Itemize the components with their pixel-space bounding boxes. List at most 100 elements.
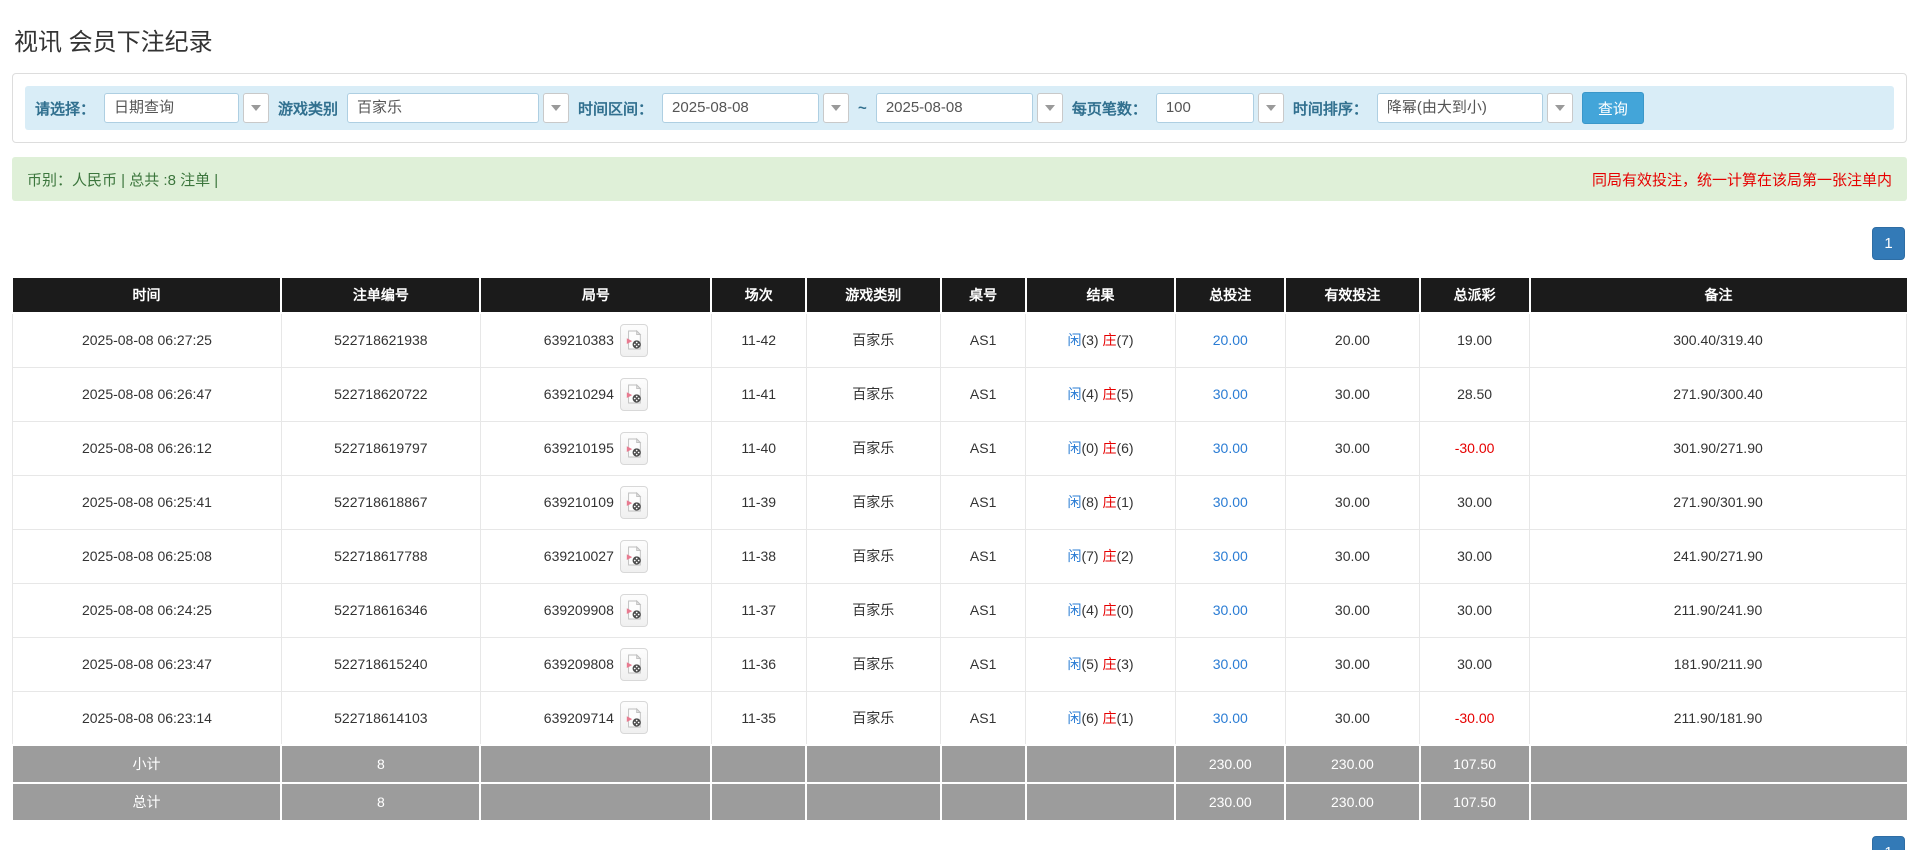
video-record-icon[interactable] — [619, 647, 648, 681]
game-type-cell: 百家乐 — [805, 690, 942, 746]
sort-order-value[interactable]: 降幂(由大到小) — [1376, 93, 1543, 123]
game-type-cell: 百家乐 — [805, 582, 942, 638]
total-bet-link[interactable]: 30.00 — [1174, 528, 1286, 584]
video-record-icon[interactable] — [619, 323, 648, 357]
search-button[interactable]: 查询 — [1581, 92, 1644, 124]
table-no-cell: AS1 — [940, 582, 1027, 638]
video-record-icon[interactable] — [619, 485, 648, 519]
round-id-cell: 639209714 — [479, 690, 712, 746]
filter-bar: 请选择： 日期查询 游戏类别 百家乐 时间区间： 2025-08-08 ~ 20… — [25, 86, 1894, 130]
result-cell: 闲(4) 庄(0) — [1025, 582, 1176, 638]
player-score: (4) — [1081, 602, 1099, 618]
session-cell: 11-36 — [710, 636, 807, 692]
sort-order-select[interactable]: 降幂(由大到小) — [1376, 93, 1573, 123]
chevron-down-icon[interactable] — [1036, 93, 1063, 123]
bet-id-cell: 522718619797 — [280, 420, 481, 476]
note-cell: 271.90/300.40 — [1529, 366, 1907, 422]
col-time: 时间 — [12, 278, 283, 314]
player-label: 闲 — [1067, 332, 1082, 349]
video-record-icon[interactable] — [619, 539, 648, 573]
game-type-label: 游戏类别 — [278, 100, 339, 118]
banker-label: 庄 — [1102, 602, 1117, 618]
bet-id-cell: 522718614103 — [280, 690, 481, 746]
video-record-icon[interactable] — [619, 701, 648, 735]
payout-cell: 28.50 — [1419, 366, 1531, 422]
total-bet-link[interactable]: 30.00 — [1174, 636, 1286, 692]
page-1-button[interactable]: 1 — [1872, 227, 1905, 260]
table-row: 2025-08-08 06:23:14 522718614103 6392097… — [12, 690, 1907, 746]
player-score: (5) — [1081, 656, 1099, 672]
chevron-down-icon[interactable] — [1546, 93, 1573, 123]
banker-score: (2) — [1116, 548, 1134, 564]
banker-score: (5) — [1116, 386, 1134, 402]
round-id: 639210195 — [543, 440, 614, 456]
valid-bet-cell: 30.00 — [1284, 582, 1421, 638]
total-bet-link[interactable]: 30.00 — [1174, 420, 1286, 476]
table-header: 时间 注单编号 局号 场次 游戏类别 桌号 结果 总投注 有效投注 总派彩 备注 — [12, 278, 1907, 314]
result-cell: 闲(3) 庄(7) — [1025, 312, 1176, 368]
player-label: 闲 — [1067, 440, 1082, 456]
valid-bet-cell: 30.00 — [1284, 690, 1421, 746]
note-cell: 301.90/271.90 — [1529, 420, 1907, 476]
round-id: 639210383 — [543, 332, 614, 349]
total-bet-link[interactable]: 30.00 — [1174, 582, 1286, 638]
table-no-cell: AS1 — [940, 528, 1027, 584]
table-row: 2025-08-08 06:26:47 522718620722 6392102… — [12, 366, 1907, 422]
table-no-cell: AS1 — [940, 690, 1027, 746]
chevron-down-icon[interactable] — [543, 93, 570, 123]
subtotal-total-bet: 230.00 — [1174, 744, 1287, 784]
total-label: 总计 — [12, 782, 283, 822]
time-cell: 2025-08-08 06:26:12 — [12, 420, 282, 476]
time-cell: 2025-08-08 06:25:41 — [12, 474, 282, 530]
total-bet-link[interactable]: 20.00 — [1174, 312, 1286, 368]
result-cell: 闲(4) 庄(5) — [1025, 366, 1176, 422]
note-cell: 241.90/271.90 — [1529, 528, 1907, 584]
video-record-icon[interactable] — [619, 593, 648, 627]
time-cell: 2025-08-08 06:27:25 — [12, 312, 282, 368]
table-no-cell: AS1 — [940, 420, 1027, 476]
chevron-down-icon[interactable] — [243, 93, 270, 123]
date-from-value[interactable]: 2025-08-08 — [662, 93, 820, 123]
page-1-button[interactable]: 1 — [1872, 836, 1905, 850]
chevron-down-icon[interactable] — [823, 93, 850, 123]
video-record-icon[interactable] — [619, 377, 648, 411]
date-to-value[interactable]: 2025-08-08 — [875, 93, 1033, 123]
bet-id-cell: 522718621938 — [280, 312, 481, 368]
total-bet-link[interactable]: 30.00 — [1174, 474, 1286, 530]
game-type-select[interactable]: 百家乐 — [347, 93, 570, 123]
date-to-select[interactable]: 2025-08-08 — [875, 93, 1063, 123]
player-score: (6) — [1081, 709, 1099, 726]
date-from-select[interactable]: 2025-08-08 — [662, 93, 850, 123]
round-id-cell: 639210195 — [479, 420, 712, 476]
game-type-cell: 百家乐 — [805, 636, 942, 692]
banker-label: 庄 — [1102, 548, 1117, 564]
page-size-select[interactable]: 100 — [1155, 93, 1284, 123]
chevron-down-icon[interactable] — [1257, 93, 1284, 123]
player-score: (0) — [1081, 440, 1099, 456]
col-bet-id: 注单编号 — [280, 278, 482, 314]
round-id-cell: 639210109 — [479, 474, 712, 530]
query-type-value[interactable]: 日期查询 — [104, 93, 240, 123]
result-cell: 闲(5) 庄(3) — [1025, 636, 1176, 692]
bet-id-cell: 522718618867 — [280, 474, 481, 530]
page-size-value[interactable]: 100 — [1155, 93, 1254, 123]
date-range-tilde: ~ — [858, 99, 867, 117]
round-id: 639209808 — [543, 656, 614, 672]
table-no-cell: AS1 — [940, 636, 1027, 692]
round-id-cell: 639209908 — [479, 582, 712, 638]
bet-id-cell: 522718615240 — [280, 636, 481, 692]
table-row: 2025-08-08 06:25:08 522718617788 6392100… — [12, 528, 1907, 584]
video-record-icon[interactable] — [619, 431, 648, 465]
total-row: 总计 8 230.00 230.00 107.50 — [12, 782, 1907, 822]
round-id: 639209908 — [543, 602, 614, 618]
game-type-cell: 百家乐 — [805, 312, 942, 368]
banker-label: 庄 — [1102, 440, 1117, 456]
query-type-select[interactable]: 日期查询 — [104, 93, 270, 123]
col-total-bet: 总投注 — [1174, 278, 1287, 314]
total-bet-link[interactable]: 30.00 — [1174, 690, 1286, 746]
total-valid-bet: 230.00 — [1284, 782, 1421, 822]
total-bet-link[interactable]: 30.00 — [1174, 366, 1286, 422]
round-id-cell: 639210027 — [479, 528, 712, 584]
game-type-cell: 百家乐 — [805, 474, 942, 530]
game-type-value[interactable]: 百家乐 — [347, 93, 540, 123]
